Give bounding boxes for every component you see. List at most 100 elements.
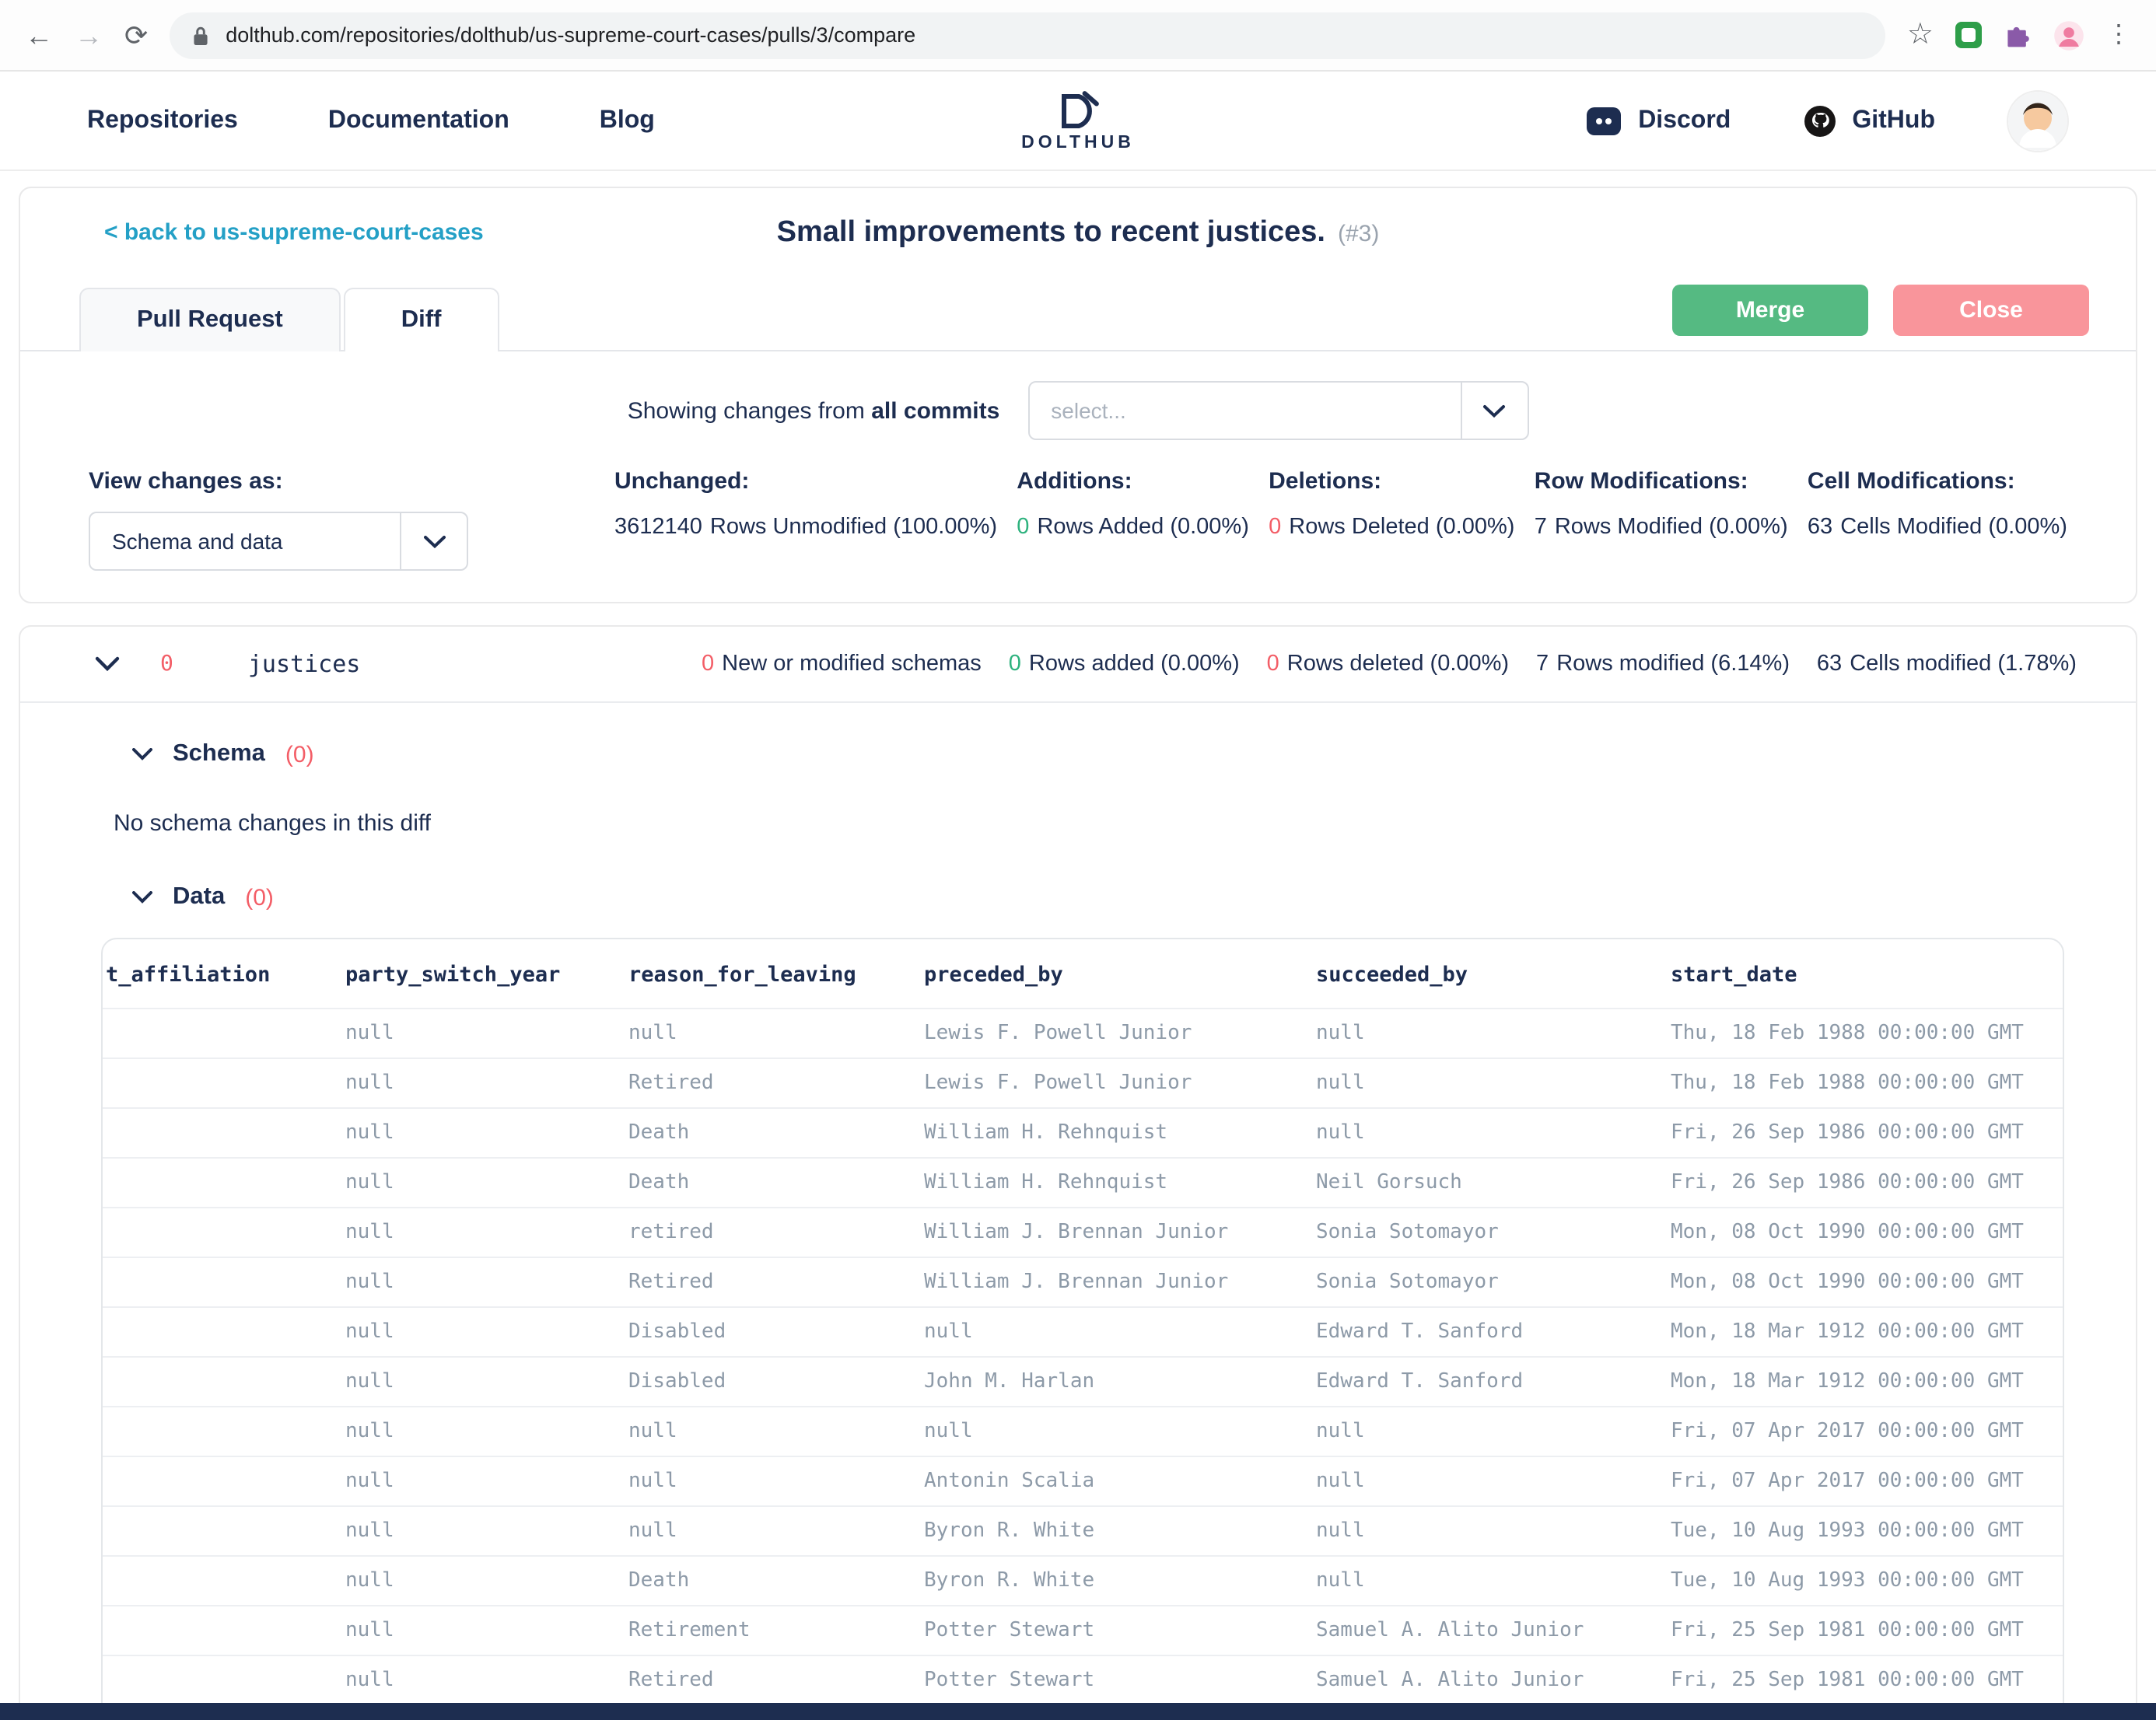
nav-item-blog[interactable]: Blog xyxy=(600,107,655,135)
nav-item-github[interactable]: GitHub xyxy=(1802,103,1935,138)
table-cell: null xyxy=(912,1307,1304,1357)
nav-links: Repositories Documentation Blog xyxy=(87,107,655,135)
github-label: GitHub xyxy=(1852,107,1935,135)
table-cell: Potter Stewart xyxy=(912,1606,1304,1655)
schema-section-header[interactable]: Schema (0) xyxy=(20,740,2136,768)
user-avatar[interactable] xyxy=(2007,89,2069,152)
table-cell: Retirement xyxy=(616,1606,912,1655)
extension-icon[interactable] xyxy=(1955,22,1982,48)
showing-changes-label: Showing changes from all commits xyxy=(628,397,1000,424)
table-cell: Disabled xyxy=(616,1307,912,1357)
data-change-count: (0) xyxy=(245,884,274,911)
commit-select[interactable]: select... xyxy=(1027,381,1528,440)
chevron-down-icon[interactable] xyxy=(1460,383,1527,439)
chevron-down-icon[interactable] xyxy=(95,656,120,672)
reload-icon[interactable]: ⟳ xyxy=(124,21,148,49)
data-section-title: Data xyxy=(173,883,225,911)
column-header: start_date xyxy=(1658,939,2063,1009)
table-cell xyxy=(103,1556,333,1606)
table-cell: Antonin Scalia xyxy=(912,1456,1304,1506)
table-cell: Fri, 26 Sep 1986 00:00:00 GMT xyxy=(1658,1158,2063,1208)
table-cell: Retired xyxy=(616,1257,912,1307)
table-cell: null xyxy=(333,1357,616,1407)
commit-select-placeholder: select... xyxy=(1029,398,1460,423)
nav-item-repositories[interactable]: Repositories xyxy=(87,107,238,135)
table-cell: Neil Gorsuch xyxy=(1304,1158,1658,1208)
view-changes-control: View changes as: Schema and data xyxy=(89,468,478,571)
table-cell: William J. Brennan Junior xyxy=(912,1257,1304,1307)
merge-button[interactable]: Merge xyxy=(1672,285,1868,336)
table-cell: null xyxy=(333,1506,616,1556)
table-cell: null xyxy=(333,1606,616,1655)
table-cell: Thu, 18 Feb 1988 00:00:00 GMT xyxy=(1658,1058,2063,1108)
table-cell: Tue, 10 Aug 1993 00:00:00 GMT xyxy=(1658,1556,2063,1606)
tab-pull-request[interactable]: Pull Request xyxy=(79,288,341,351)
view-changes-select[interactable]: Schema and data xyxy=(89,512,468,571)
table-cell: William H. Rehnquist xyxy=(912,1108,1304,1158)
table-cell: Mon, 08 Oct 1990 00:00:00 GMT xyxy=(1658,1208,2063,1257)
bookmark-star-icon[interactable]: ☆ xyxy=(1907,20,1934,50)
table-cell xyxy=(103,1257,333,1307)
table-cell: null xyxy=(1304,1556,1658,1606)
table-cell: Sonia Sotomayor xyxy=(1304,1208,1658,1257)
close-button[interactable]: Close xyxy=(1893,285,2089,336)
table-cell: null xyxy=(1304,1506,1658,1556)
tab-diff[interactable]: Diff xyxy=(344,288,499,351)
chevron-down-icon[interactable] xyxy=(400,513,467,569)
url-bar[interactable]: dolthub.com/repositories/dolthub/us-supr… xyxy=(170,12,1885,58)
table-cell: null xyxy=(1304,1009,1658,1058)
dolthub-logo-icon xyxy=(1048,89,1108,131)
table-cell: Mon, 08 Oct 1990 00:00:00 GMT xyxy=(1658,1257,2063,1307)
table-cell: Fri, 07 Apr 2017 00:00:00 GMT xyxy=(1658,1407,2063,1456)
pr-title-text: Small improvements to recent justices. xyxy=(777,216,1325,249)
nav-item-documentation[interactable]: Documentation xyxy=(328,107,509,135)
table-cell: Byron R. White xyxy=(912,1556,1304,1606)
table-cell: null xyxy=(333,1655,616,1705)
diff-table-header-row: t_affiliationparty_switch_yearreason_for… xyxy=(103,939,2063,1009)
dolthub-logo[interactable]: DOLTHUB xyxy=(1021,89,1135,152)
nav-right: Discord GitHub xyxy=(1585,89,2069,152)
extensions-puzzle-icon[interactable] xyxy=(2004,21,2032,49)
table-row: nullnullLewis F. Powell JuniornullThu, 1… xyxy=(103,1009,2063,1058)
menu-kebab-icon[interactable]: ⋮ xyxy=(2106,23,2131,47)
table-cell xyxy=(103,1208,333,1257)
forward-icon[interactable]: → xyxy=(75,21,103,49)
github-icon xyxy=(1802,103,1836,138)
back-icon[interactable]: ← xyxy=(25,21,53,49)
table-cell: Death xyxy=(616,1158,912,1208)
table-row: nullRetiredPotter StewartSamuel A. Alito… xyxy=(103,1655,2063,1705)
table-row: nullretiredWilliam J. Brennan JuniorSoni… xyxy=(103,1208,2063,1257)
profile-avatar-icon[interactable] xyxy=(2053,19,2084,51)
stat-deletions: Deletions: 0Rows Deleted (0.00%) xyxy=(1269,468,1514,540)
view-changes-label: View changes as: xyxy=(89,468,478,495)
table-cell xyxy=(103,1357,333,1407)
table-row: nullnullByron R. WhitenullTue, 10 Aug 19… xyxy=(103,1506,2063,1556)
chevron-down-icon[interactable] xyxy=(132,748,152,760)
diff-table: t_affiliationparty_switch_yearreason_for… xyxy=(103,939,2063,1706)
table-cell: null xyxy=(616,1506,912,1556)
column-header: t_affiliation xyxy=(103,939,333,1009)
commit-filter-row: Showing changes from all commits select.… xyxy=(20,381,2136,440)
table-row: nullDeathWilliam H. RehnquistNeil Gorsuc… xyxy=(103,1158,2063,1208)
diff-table-container: t_affiliationparty_switch_yearreason_for… xyxy=(101,938,2064,1720)
table-summary-row[interactable]: 0 justices 0New or modified schemas 0Row… xyxy=(20,627,2136,701)
dolthub-logo-text: DOLTHUB xyxy=(1021,133,1135,152)
view-changes-value: Schema and data xyxy=(90,529,400,554)
tab-bar: Pull Request Diff Merge Close xyxy=(20,285,2136,351)
table-cell: Fri, 25 Sep 1981 00:00:00 GMT xyxy=(1658,1606,2063,1655)
column-header: succeeded_by xyxy=(1304,939,1658,1009)
table-row: nullDisablednullEdward T. SanfordMon, 18… xyxy=(103,1307,2063,1357)
chevron-down-icon[interactable] xyxy=(132,891,152,904)
summary-cells-modified: 63Cells modified (1.78%) xyxy=(1817,652,2077,676)
table-cell: Mon, 18 Mar 1912 00:00:00 GMT xyxy=(1658,1307,2063,1357)
table-cell: null xyxy=(333,1307,616,1357)
table-cell: null xyxy=(616,1009,912,1058)
lock-icon[interactable] xyxy=(191,24,210,46)
table-cell xyxy=(103,1009,333,1058)
data-section-header[interactable]: Data (0) xyxy=(20,883,2136,911)
table-cell: Retired xyxy=(616,1655,912,1705)
pull-request-header-card: < back to us-supreme-court-cases Small i… xyxy=(19,187,2137,603)
stat-unchanged: Unchanged: 3612140Rows Unmodified (100.0… xyxy=(614,468,997,540)
nav-item-discord[interactable]: Discord xyxy=(1585,103,1731,138)
table-cell xyxy=(103,1058,333,1108)
